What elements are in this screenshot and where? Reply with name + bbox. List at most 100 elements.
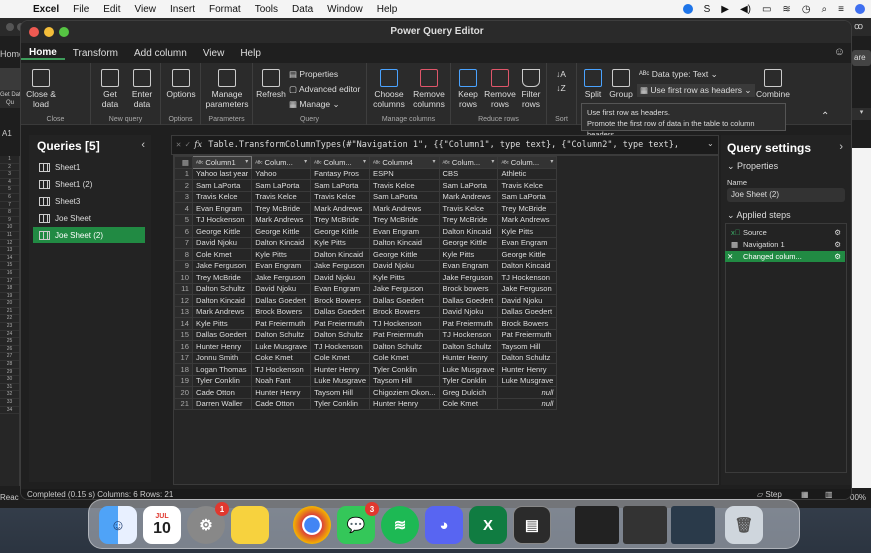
table-cell[interactable]: Mark Andrews [369,202,440,215]
table-row[interactable]: 9 Jake Ferguson Evan Engram Jake Ferguson Da… [174,259,558,272]
table-cell[interactable]: Athletic [497,167,558,180]
table-cell[interactable]: Dalton Kincaid [310,248,371,261]
menu-window[interactable]: Window [320,4,370,15]
table-cell[interactable]: Hunter Henry [310,363,371,376]
table-cell[interactable]: Sam LaPorta [497,190,558,203]
finder-icon[interactable]: ☺ [99,506,137,544]
column-dropdown-icon[interactable]: ▾ [363,158,366,165]
table-cell[interactable]: Jake Ferguson [497,282,558,295]
table-cell[interactable]: TJ Hockenson [191,213,253,226]
column-header-6[interactable]: ᴬᴮᶜ Colum... ▾ [497,156,558,169]
query-item-sheet1[interactable]: Sheet1 [33,159,145,175]
column-dropdown-icon[interactable]: ▾ [245,158,248,165]
table-row[interactable]: 15 Dallas Goedert Dalton Schultz Dalton Sch… [174,328,558,341]
table-row[interactable]: 16 Hunter Henry Luke Musgrave TJ Hockenson D… [174,340,558,353]
table-cell[interactable]: Tyler Conklin [310,397,371,410]
table-row[interactable]: 1 Yahoo last year Yahoo Fantasy Pros ESPN CBS… [174,167,558,180]
table-cell[interactable]: Mark Andrews [438,190,499,203]
table-row[interactable]: 21 Darren Waller Cade Otton Tyler Conklin Hu… [174,397,558,410]
table-cell[interactable]: Chigoziem Okon... [369,386,440,399]
excel-zoom[interactable]: 00% [850,493,866,502]
trash-icon[interactable]: 🗑 [725,506,763,544]
table-cell[interactable]: George Kittle [438,236,499,249]
wifi-icon[interactable]: ≋ [782,4,790,15]
menu-tools[interactable]: Tools [248,4,285,15]
table-cell[interactable]: Brock Bowers [497,317,558,330]
column-dropdown-icon[interactable]: ▾ [304,158,307,165]
table-row[interactable]: 3 Travis Kelce Travis Kelce Travis Kelce Sam… [174,190,558,203]
menu-file[interactable]: File [66,4,96,15]
abc-type-icon[interactable]: ᴬᴮᶜ [443,161,450,167]
table-cell[interactable]: TJ Hockenson [251,363,312,376]
tab-add-column[interactable]: Add column [126,48,195,59]
delete-step-icon[interactable]: ✕ [727,252,733,261]
close-window-button[interactable] [29,27,39,37]
table-cell[interactable]: Sam LaPorta [310,179,371,192]
table-cell[interactable]: TJ Hockenson [310,340,371,353]
table-cell[interactable]: Cade Otton [191,386,253,399]
table-cell[interactable]: Travis Kelce [251,190,312,203]
collapse-settings-icon[interactable]: › [839,141,843,153]
table-row[interactable]: 13 Mark Andrews Brock Bowers Dallas Goedert… [174,305,558,318]
column-header-5[interactable]: ᴬᴮᶜ Colum... ▾ [438,156,499,169]
excel-ribbon-collapse-icon[interactable]: ▾ [852,108,871,120]
table-cell[interactable]: Kyle Pitts [497,225,558,238]
combine-button[interactable]: Combine [753,69,793,99]
table-cell[interactable]: Evan Engram [369,225,440,238]
expand-formula-icon[interactable]: ⌄ [707,139,714,148]
excel-app-icon[interactable]: X [469,506,507,544]
table-cell[interactable]: Evan Engram [251,259,312,272]
table-cell[interactable]: Mark Andrews [497,213,558,226]
table-cell[interactable]: Luke Musgrave [251,340,312,353]
table-row[interactable]: 17 Jonnu Smith Coke Kmet Cole Kmet Cole Kmet… [174,351,558,364]
table-cell[interactable]: Dalton Schultz [191,282,253,295]
schema-view-icon[interactable]: ▥ [825,489,833,499]
excel-cell-ref[interactable]: A1 [2,129,12,138]
step-settings-gear-icon[interactable]: ⚙ [834,228,841,237]
table-cell[interactable]: Tyler Conklin [438,374,499,387]
abc-type-icon[interactable]: ᴬᴮᶜ [196,161,203,167]
tab-home[interactable]: Home [21,47,65,60]
table-cell[interactable]: Kyle Pitts [369,271,440,284]
choose-columns-button[interactable]: Choose columns [369,69,409,109]
remove-rows-button[interactable]: Remove rows [484,69,516,109]
table-cell[interactable]: Dallas Goedert [310,305,371,318]
abc-type-icon[interactable]: ᴬᴮᶜ [373,161,380,167]
table-row[interactable]: 10 Trey McBride Jake Ferguson David Njoku Ky… [174,271,558,284]
table-cell[interactable]: Dalton Kincaid [251,236,312,249]
table-row[interactable]: 8 Cole Kmet Kyle Pitts Dalton Kincaid George… [174,248,558,261]
table-cell[interactable]: Hunter Henry [438,351,499,364]
menu-format[interactable]: Format [202,4,248,15]
excel-share-button[interactable]: are [852,50,871,66]
table-cell[interactable]: Pat Freiermuth [310,317,371,330]
table-row[interactable]: 5 TJ Hockenson Mark Andrews Trey McBride Tre… [174,213,558,226]
table-cell[interactable]: Trey McBride [310,213,371,226]
table-cell[interactable]: Dalton Schultz [251,328,312,341]
tab-help[interactable]: Help [232,48,269,59]
search-icon[interactable]: ⌕ [822,4,828,15]
table-cell[interactable]: Brock Bowers [310,294,371,307]
table-cell[interactable]: Taysom Hill [497,340,558,353]
table-cell[interactable]: Logan Thomas [191,363,253,376]
menu-help[interactable]: Help [370,4,405,15]
table-cell[interactable]: David Njoku [310,271,371,284]
notes-icon[interactable] [231,506,269,544]
table-cell[interactable]: Travis Kelce [191,190,253,203]
table-cell[interactable]: Brock Bowers [251,305,312,318]
table-cell[interactable]: George Kittle [310,225,371,238]
table-cell[interactable]: George Kittle [497,248,558,261]
table-cell[interactable]: Mark Andrews [191,305,253,318]
table-cell[interactable]: Mark Andrews [310,202,371,215]
properties-section-toggle[interactable]: ⌄ Properties [727,161,778,172]
table-cell[interactable]: Cole Kmet [369,351,440,364]
table-cell[interactable]: Luke Musgrave [497,374,558,387]
query-name-input[interactable]: Joe Sheet (2) [727,188,845,202]
table-cell[interactable]: Dalton Schultz [497,351,558,364]
table-cell[interactable]: Dalton Schultz [310,328,371,341]
recent-window-thumbnail-3[interactable] [671,506,715,544]
table-cell[interactable]: Jake Ferguson [191,259,253,272]
excel-sheet-area[interactable] [852,148,871,488]
excel-get-data-icon[interactable] [0,68,20,90]
table-cell[interactable]: Dallas Goedert [369,294,440,307]
table-cell[interactable]: Dalton Kincaid [438,225,499,238]
